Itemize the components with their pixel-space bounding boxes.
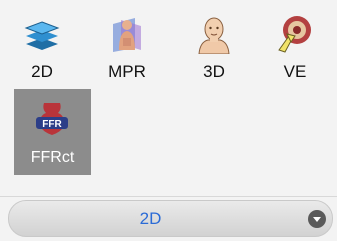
chevron-down-icon[interactable] bbox=[308, 210, 326, 228]
layers-icon bbox=[22, 14, 62, 54]
svg-text:FFR: FFR bbox=[42, 119, 62, 130]
tool-3d-label: 3D bbox=[203, 62, 225, 81]
tool-mpr-button[interactable]: MPR bbox=[90, 6, 164, 86]
tool-ve-button[interactable]: VE bbox=[258, 6, 332, 86]
head-3d-icon bbox=[194, 14, 234, 55]
divider bbox=[0, 196, 337, 197]
tool-2d-button[interactable]: 2D bbox=[5, 6, 79, 86]
view-mode-dropdown[interactable]: 2D bbox=[8, 200, 333, 237]
tool-mpr-label: MPR bbox=[108, 62, 146, 81]
ffr-heart-icon: FFR bbox=[32, 99, 72, 139]
tool-2d-label: 2D bbox=[31, 62, 53, 81]
tool-ffrct-button[interactable]: FFR FFRct bbox=[14, 89, 91, 175]
tool-3d-button[interactable]: 3D bbox=[177, 6, 251, 86]
tool-ve-label: VE bbox=[283, 62, 307, 81]
mpr-body-icon bbox=[107, 14, 147, 54]
virtual-endoscopy-icon bbox=[275, 14, 315, 54]
tool-panel: 2D MPR 3D VE FFR FFRct 2D bbox=[0, 0, 337, 241]
tool-ffrct-label: FFRct bbox=[30, 149, 75, 166]
view-mode-value: 2D bbox=[139, 209, 162, 228]
